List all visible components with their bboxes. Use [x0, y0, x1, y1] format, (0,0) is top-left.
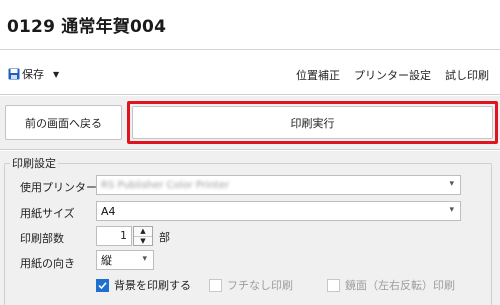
page-title: 0129 通常年賀004	[7, 17, 167, 37]
printer-select[interactable]: RS Publisher Color Printer ▾	[96, 175, 461, 195]
save-icon	[8, 68, 20, 80]
print-execute-button[interactable]: 印刷実行	[132, 106, 493, 139]
printer-label: 使用プリンター	[20, 181, 97, 194]
print-button-highlight: 印刷実行	[127, 101, 498, 144]
paper-size-value: A4	[101, 204, 116, 218]
printer-settings-link[interactable]: プリンター設定	[354, 67, 431, 83]
save-button[interactable]: 保存 ▼	[8, 66, 59, 82]
print-background-checkbox[interactable]: 背景を印刷する	[96, 277, 209, 293]
printer-value: RS Publisher Color Printer	[101, 179, 230, 191]
paper-size-select[interactable]: A4 ▾	[96, 201, 461, 221]
toolbar: 保存 ▼ 位置補正 プリンター設定 試し印刷	[0, 51, 500, 95]
checkbox-icon	[327, 278, 340, 292]
borderless-print-label: フチなし印刷	[227, 279, 293, 292]
print-settings-heading: 印刷設定	[10, 155, 58, 171]
print-background-label: 背景を印刷する	[114, 279, 191, 292]
copies-stepper[interactable]: ▲ ▼	[133, 226, 153, 246]
back-button[interactable]: 前の画面へ戻る	[5, 105, 122, 140]
orientation-label: 用紙の向き	[20, 257, 75, 270]
position-correction-link[interactable]: 位置補正	[296, 67, 340, 83]
save-label: 保存	[22, 68, 44, 81]
copies-input[interactable]: 1	[96, 226, 132, 246]
mirror-print-checkbox[interactable]: 鏡面（左右反転）印刷	[327, 277, 455, 293]
chevron-down-icon: ▾	[142, 254, 147, 264]
title-bar: 0129 通常年賀004	[0, 0, 500, 50]
orientation-value: 縦	[101, 254, 112, 267]
copies-unit: 部	[159, 231, 170, 244]
copies-label: 印刷部数	[20, 232, 64, 245]
paper-size-label: 用紙サイズ	[20, 207, 75, 220]
action-row: 前の画面へ戻る 印刷実行	[0, 96, 500, 150]
borderless-print-checkbox[interactable]: フチなし印刷	[209, 277, 327, 293]
test-print-link[interactable]: 試し印刷	[445, 67, 489, 83]
orientation-select[interactable]: 縦 ▾	[96, 250, 154, 270]
decrement-arrow-icon[interactable]: ▼	[134, 235, 152, 246]
increment-arrow-icon[interactable]: ▲	[134, 227, 152, 236]
mirror-print-label: 鏡面（左右反転）印刷	[345, 279, 455, 292]
chevron-down-icon: ▾	[449, 205, 454, 215]
chevron-down-icon: ▾	[449, 179, 454, 189]
print-settings-panel: 印刷設定 使用プリンター RS Publisher Color Printer …	[0, 151, 500, 305]
checkmark-icon	[96, 278, 109, 292]
checkbox-icon	[209, 278, 222, 292]
caret-down-icon[interactable]: ▼	[53, 70, 59, 79]
